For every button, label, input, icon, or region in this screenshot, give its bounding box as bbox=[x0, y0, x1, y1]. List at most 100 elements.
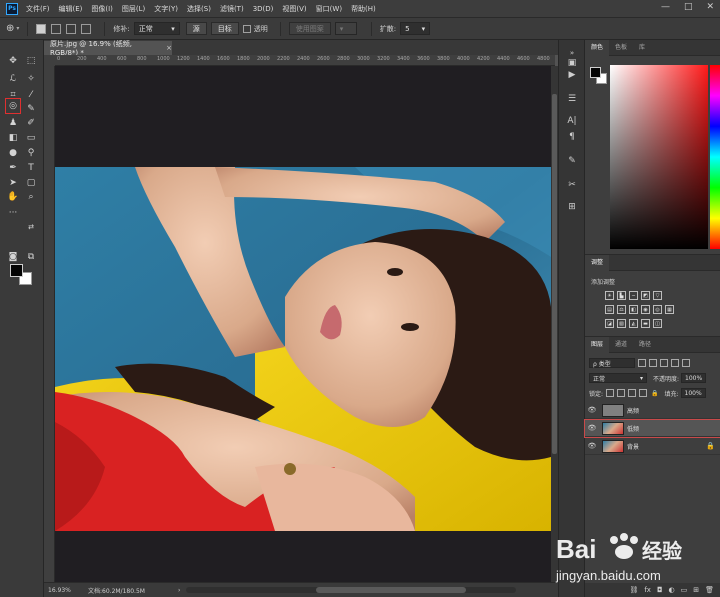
menu-edit[interactable]: 编辑(E) bbox=[59, 4, 83, 14]
foreground-color-swatch[interactable] bbox=[10, 264, 23, 277]
preset-dropdown-icon[interactable]: ▾ bbox=[16, 25, 19, 32]
add-selection-icon[interactable] bbox=[51, 23, 62, 34]
filter-type-icon[interactable] bbox=[660, 359, 668, 367]
lock-position-icon[interactable] bbox=[628, 389, 637, 397]
color-panel-foreground-swatch[interactable] bbox=[590, 67, 601, 78]
eyedropper-tool-icon[interactable]: ⁄ bbox=[24, 88, 38, 102]
menu-window[interactable]: 窗口(W) bbox=[316, 4, 342, 14]
layer-name[interactable]: 高频 bbox=[627, 406, 720, 415]
vibrance-icon[interactable]: ▽ bbox=[653, 291, 662, 300]
dodge-tool-icon[interactable]: ⚲ bbox=[24, 146, 38, 160]
patch-mode-select[interactable]: 正常 ▾ bbox=[133, 22, 180, 35]
menu-filter[interactable]: 滤镜(T) bbox=[220, 4, 244, 14]
type-tool-icon[interactable]: T bbox=[24, 161, 38, 175]
vertical-scrollbar-thumb[interactable] bbox=[552, 94, 557, 454]
tool-presets-icon[interactable]: ✂ bbox=[565, 178, 579, 192]
brightness-contrast-icon[interactable]: ☀ bbox=[605, 291, 614, 300]
tab-color[interactable]: 颜色 bbox=[585, 39, 610, 56]
invert-icon[interactable]: ◪ bbox=[605, 319, 614, 328]
minimize-button[interactable]: — bbox=[661, 2, 670, 12]
intersect-selection-icon[interactable] bbox=[81, 23, 92, 34]
more-tools-icon[interactable]: ··· bbox=[6, 206, 20, 220]
pen-tool-icon[interactable]: ✒ bbox=[6, 161, 20, 175]
horizontal-scrollbar-thumb[interactable] bbox=[316, 587, 467, 593]
tab-layers[interactable]: 图层 bbox=[585, 336, 610, 353]
tab-swatches[interactable]: 色板 bbox=[609, 40, 633, 56]
hue-slider[interactable] bbox=[710, 65, 720, 249]
filter-smart-icon[interactable] bbox=[682, 359, 690, 367]
blend-mode-select[interactable]: 正常 ▾ bbox=[589, 373, 647, 383]
photo-filter-icon[interactable]: ◉ bbox=[641, 305, 650, 314]
vertical-ruler[interactable] bbox=[44, 66, 55, 582]
curves-icon[interactable]: ∽ bbox=[629, 291, 638, 300]
menu-layer[interactable]: 图层(L) bbox=[122, 4, 145, 14]
horizontal-ruler[interactable]: 0 200 400 600 800 1000 1200 1400 1600 1800 2000 220… bbox=[55, 55, 555, 66]
horizontal-scrollbar[interactable] bbox=[186, 587, 517, 593]
menu-select[interactable]: 选择(S) bbox=[187, 4, 211, 14]
eye-icon[interactable]: 👁 bbox=[585, 424, 599, 432]
brush-settings-icon[interactable]: ✎ bbox=[565, 154, 579, 168]
portrait-photo[interactable] bbox=[55, 167, 551, 531]
tab-paths[interactable]: 路径 bbox=[633, 337, 657, 353]
filter-adjustment-icon[interactable] bbox=[649, 359, 657, 367]
brush-tool-icon[interactable]: ✎ bbox=[24, 102, 38, 116]
layer-row-high-frequency[interactable]: 👁 高频 bbox=[585, 402, 720, 419]
lock-all-icon[interactable]: 🔒 bbox=[651, 390, 658, 397]
rectangle-tool-icon[interactable]: ▢ bbox=[24, 176, 38, 190]
lock-artboard-icon[interactable] bbox=[639, 389, 648, 397]
black-white-icon[interactable]: ◧ bbox=[629, 305, 638, 314]
layer-name[interactable]: 低频 bbox=[627, 424, 720, 433]
swap-colors-icon[interactable]: ⇄ bbox=[24, 220, 38, 234]
lasso-tool-icon[interactable]: ℒ bbox=[6, 72, 20, 86]
subtract-selection-icon[interactable] bbox=[66, 23, 77, 34]
document-tab[interactable]: 原片.jpg @ 16.9% (纸频, RGB/8*) * × bbox=[44, 40, 172, 57]
use-pattern-button[interactable]: 使用图案 bbox=[288, 22, 331, 35]
actions-play-icon[interactable]: ▶ bbox=[565, 68, 579, 82]
opacity-input[interactable]: 100% bbox=[681, 373, 707, 383]
eraser-tool-icon[interactable]: ◧ bbox=[6, 131, 20, 145]
layer-filter-select[interactable]: ρ 类型 bbox=[589, 358, 635, 368]
pattern-picker[interactable]: ▾ bbox=[334, 22, 357, 35]
posterize-icon[interactable]: ▧ bbox=[617, 319, 626, 328]
layer-name[interactable]: 背景 bbox=[627, 442, 706, 451]
history-brush-tool-icon[interactable]: ✐ bbox=[24, 116, 38, 130]
menu-image[interactable]: 图像(I) bbox=[91, 4, 113, 14]
lock-pixels-icon[interactable] bbox=[617, 389, 626, 397]
move-tool-icon[interactable]: ✥ bbox=[6, 54, 20, 68]
filter-shape-icon[interactable] bbox=[671, 359, 679, 367]
clone-stamp-tool-icon[interactable]: ♟ bbox=[6, 116, 20, 130]
path-select-tool-icon[interactable]: ➤ bbox=[6, 176, 20, 190]
source-button[interactable]: 源 bbox=[185, 22, 207, 35]
eye-icon[interactable]: 👁 bbox=[585, 442, 599, 450]
properties-icon[interactable]: ☰ bbox=[565, 92, 579, 106]
tab-adjustments[interactable]: 调整 bbox=[585, 254, 610, 271]
color-picker-field[interactable] bbox=[610, 65, 708, 249]
menu-help[interactable]: 帮助(H) bbox=[351, 4, 376, 14]
blur-tool-icon[interactable]: ● bbox=[6, 146, 20, 160]
menu-view[interactable]: 视图(V) bbox=[282, 4, 306, 14]
tab-channels[interactable]: 通道 bbox=[609, 337, 633, 353]
gradient-map-icon[interactable]: ▬ bbox=[641, 319, 650, 328]
clone-source-icon[interactable]: ⊞ bbox=[565, 200, 579, 214]
eye-icon[interactable]: 👁 bbox=[585, 406, 599, 414]
close-button[interactable]: ✕ bbox=[706, 2, 714, 12]
color-lookup-icon[interactable]: ▦ bbox=[665, 305, 674, 314]
new-selection-icon[interactable] bbox=[36, 23, 47, 34]
filter-pixel-icon[interactable] bbox=[638, 359, 646, 367]
status-menu-arrow-icon[interactable]: › bbox=[178, 587, 180, 594]
quick-mask-icon[interactable]: ◙ bbox=[6, 250, 20, 264]
diffusion-select[interactable]: 5 ▾ bbox=[400, 22, 431, 35]
hand-tool-icon[interactable]: ✋ bbox=[6, 190, 20, 204]
target-button[interactable]: 目标 bbox=[210, 22, 239, 35]
ruler-corner[interactable] bbox=[44, 55, 55, 66]
patch-tool-icon[interactable]: ◎ bbox=[5, 98, 21, 114]
color-balance-icon[interactable]: ⚖ bbox=[617, 305, 626, 314]
menu-file[interactable]: 文件(F) bbox=[26, 4, 50, 14]
fill-input[interactable]: 100% bbox=[680, 388, 706, 398]
levels-icon[interactable]: ▙ bbox=[617, 291, 626, 300]
lock-transparent-icon[interactable] bbox=[606, 389, 615, 397]
exposure-icon[interactable]: ◩ bbox=[641, 291, 650, 300]
selective-color-icon[interactable]: ◫ bbox=[653, 319, 662, 328]
zoom-tool-icon[interactable]: ⌕ bbox=[24, 190, 38, 204]
canvas-area[interactable] bbox=[55, 66, 551, 582]
